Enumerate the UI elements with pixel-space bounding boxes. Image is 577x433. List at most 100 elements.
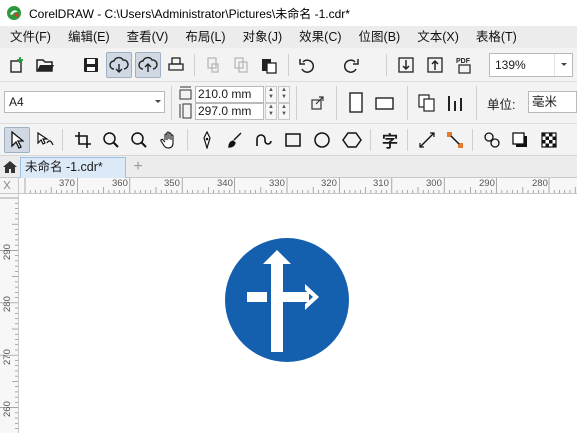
toolbox-separator [62,129,63,151]
cloud-upload-icon[interactable] [135,52,161,78]
home-icon[interactable] [2,160,18,174]
right-arrow-shaft [283,292,309,302]
paper-size-select[interactable]: A4 [4,91,165,113]
page-width-spinner[interactable]: ▲ ▼ [265,86,277,103]
zoom-dropdown-chevron-icon[interactable] [554,54,572,76]
ruler-origin[interactable] [0,178,19,194]
zoom-level-value[interactable]: 139% [490,58,554,72]
page-width-spinner-alt[interactable]: ▲ ▼ [278,86,290,103]
shape-tool-icon[interactable] [32,127,58,153]
toolbox-separator [187,129,188,151]
landscape-icon[interactable] [372,90,398,116]
page-height-icon [179,103,192,119]
paste-icon[interactable] [256,52,282,78]
save-icon[interactable] [78,52,104,78]
property-separator [476,86,477,120]
vertical-ruler-ticks [0,197,18,429]
menu-bitmaps[interactable]: 位图(B) [349,26,408,48]
property-separator [296,86,297,120]
menu-object[interactable]: 对象(J) [233,26,290,48]
menu-file[interactable]: 文件(F) [0,26,58,48]
property-separator [407,86,408,120]
portrait-icon[interactable] [343,90,369,116]
units-label: 单位: [487,98,516,112]
hruler-label: 370 [59,178,75,189]
page-height-spinner-alt[interactable]: ▲ ▼ [278,103,290,120]
print-icon[interactable] [163,52,189,78]
page-height-spinner[interactable]: ▲ ▼ [265,103,277,120]
menu-layout[interactable]: 布局(L) [175,26,232,48]
menu-table[interactable]: 表格(T) [466,26,524,48]
document-tab-active[interactable]: 未命名 -1.cdr* [20,157,126,178]
page-width-input[interactable]: 210.0 mm [195,86,264,103]
vruler-label: 270 [2,349,13,365]
dimension-tool-icon[interactable] [414,127,440,153]
crop-tool-icon[interactable] [70,127,96,153]
hruler-label: 320 [321,178,337,189]
toolbar-separator [194,54,195,76]
document-tab-label: 未命名 -1.cdr* [25,160,103,174]
open-folder-icon[interactable] [32,52,58,78]
publish-pdf-icon[interactable]: PDF [452,52,478,78]
smart-drawing-tool-icon[interactable] [250,127,276,153]
menu-view[interactable]: 查看(V) [117,26,176,48]
polygon-tool-icon[interactable] [339,127,365,153]
toolbar-separator [288,54,289,76]
import-icon[interactable] [393,52,419,78]
right-arrow-tail [247,292,267,302]
property-separator [171,86,172,120]
horizontal-ruler[interactable]: 370 360 350 340 330 320 310 300 290 280 [19,178,577,194]
ellipse-tool-icon[interactable] [309,127,335,153]
blend-tool-icon[interactable] [479,127,505,153]
menu-text[interactable]: 文本(X) [407,26,466,48]
document-tab-bar: 未命名 -1.cdr* + [0,156,577,178]
vertical-ruler[interactable]: 290 280 270 260 [0,194,19,433]
menu-effects[interactable]: 效果(C) [289,26,348,48]
export-icon[interactable] [422,52,448,78]
page-height-input[interactable]: 297.0 mm [195,103,264,120]
pan-hand-tool-icon[interactable] [156,127,182,153]
transparency-tool-icon[interactable] [536,127,562,153]
paper-size-value[interactable]: A4 [5,95,152,109]
toolbox-separator [407,129,408,151]
hruler-label: 330 [269,178,285,189]
rectangle-tool-icon[interactable] [280,127,306,153]
pan-zoom-tool-icon[interactable] [126,127,152,153]
all-pages-resize-icon[interactable] [304,90,330,116]
property-separator [336,86,337,120]
ruler-origin-icon[interactable] [0,178,18,193]
units-select[interactable]: 毫米 [528,91,577,113]
new-document-icon[interactable] [4,52,30,78]
svg-text:PDF: PDF [456,58,471,65]
window-title: CorelDRAW - C:\Users\Administrator\Pictu… [29,6,350,21]
artistic-media-tool-icon[interactable] [222,127,248,153]
drawing-canvas[interactable] [20,194,577,433]
pick-tool-icon[interactable] [4,127,30,153]
add-document-tab-button[interactable]: + [128,158,148,176]
hruler-label: 280 [532,178,548,189]
undo-icon[interactable] [294,52,320,78]
zoom-tool-icon[interactable] [98,127,124,153]
bleed-layout-icon[interactable] [443,90,469,116]
toolbar-separator [386,54,387,76]
text-tool-icon[interactable]: 字 [377,127,403,153]
copy-icon [228,52,254,78]
drop-shadow-tool-icon[interactable] [507,127,533,153]
hruler-label: 360 [112,178,128,189]
plus-icon[interactable]: + [133,158,142,176]
freehand-tool-icon[interactable] [194,127,220,153]
paper-size-chevron-icon[interactable] [152,98,164,106]
hruler-label: 300 [426,178,442,189]
all-pages-layout-icon[interactable] [414,90,440,116]
toolbox: 字 [0,124,577,156]
cloud-download-icon[interactable] [106,52,132,78]
menu-edit[interactable]: 编辑(E) [58,26,117,48]
connector-tool-icon[interactable] [442,127,468,153]
redo-icon[interactable] [338,52,364,78]
cut-icon [200,52,226,78]
home-tab[interactable] [0,156,20,178]
vruler-label: 280 [2,296,13,312]
title-bar: CorelDRAW - C:\Users\Administrator\Pictu… [0,0,577,26]
straight-or-right-traffic-sign[interactable] [225,238,349,362]
zoom-level-combobox[interactable]: 139% [489,53,573,77]
